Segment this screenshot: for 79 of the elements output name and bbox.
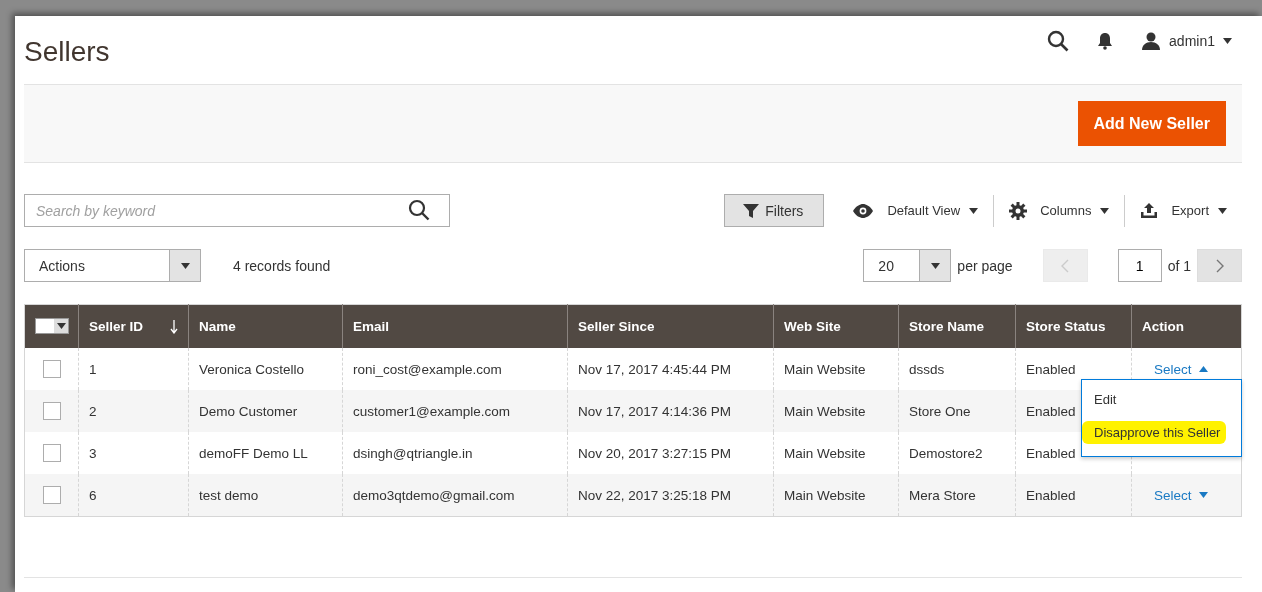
table-cell: Demo Customer (199, 403, 298, 419)
row-checkbox[interactable] (42, 444, 61, 462)
page-number-field[interactable]: 1 (1117, 249, 1162, 282)
select-link[interactable]: Select (1142, 361, 1208, 377)
caret-icon (1223, 38, 1232, 44)
table-cell: Nov 20, 2017 3:27:15 PM (578, 445, 732, 461)
table-cell: test demo (199, 487, 259, 503)
column-header[interactable]: Seller Since (567, 304, 774, 348)
chevron-left-icon (1061, 258, 1070, 273)
search-field[interactable]: Search by keyword (24, 194, 450, 227)
table-cell: roni_cost@example.com (353, 361, 502, 377)
caret-icon (1100, 207, 1110, 214)
columns-dropdown[interactable]: Columns (1009, 201, 1125, 220)
table-cell: 6 (89, 487, 97, 503)
row-checkbox[interactable] (42, 486, 61, 504)
table-cell: Enabled (1026, 403, 1076, 419)
page-total-label: of 1 (1167, 257, 1191, 274)
table-cell: Demostore2 (909, 445, 983, 461)
user-icon (1141, 32, 1162, 50)
filters-button[interactable]: Filters (724, 194, 825, 227)
sort-arrow-icon (170, 319, 178, 334)
column-header[interactable]: Store Status (1015, 304, 1132, 348)
column-header[interactable]: Email (342, 304, 568, 348)
caret-icon (1198, 492, 1208, 498)
mass-select-checkbox[interactable] (35, 317, 69, 334)
user-menu[interactable]: admin1 (1141, 32, 1232, 50)
search-icon[interactable] (408, 199, 430, 221)
column-header[interactable]: Web Site (773, 304, 899, 348)
table-cell: demoFF Demo LL (199, 445, 308, 461)
next-page-button[interactable] (1197, 249, 1242, 282)
caret-icon (1198, 366, 1208, 372)
table-cell: Main Website (784, 445, 866, 461)
row-checkbox[interactable] (42, 360, 61, 378)
caret-icon (969, 207, 979, 214)
page-title: Sellers (24, 35, 110, 68)
search-icon[interactable] (1047, 30, 1070, 52)
menu-item[interactable]: Edit (1082, 388, 1129, 411)
table-cell: dssds (909, 361, 945, 377)
table-cell: customer1@example.com (353, 403, 510, 419)
table-cell: 3 (89, 445, 97, 461)
chevron-right-icon (1215, 258, 1224, 273)
table-cell: demo3qtdemo@gmail.com (353, 487, 515, 503)
column-header[interactable]: Store Name (898, 304, 1016, 348)
caret-icon (56, 322, 66, 329)
table-cell: dsingh@qtriangle.in (353, 445, 473, 461)
table-cell: Nov 17, 2017 4:45:44 PM (578, 361, 732, 377)
caret-icon (180, 262, 190, 269)
row-checkbox[interactable] (42, 402, 61, 420)
per-page-label: per page (957, 257, 1013, 274)
actions-dropdown[interactable]: Actions (24, 249, 201, 282)
caret-icon (930, 262, 940, 269)
column-header[interactable]: Seller ID (78, 304, 189, 348)
table-cell: 1 (89, 361, 97, 377)
view-dropdown[interactable]: Default View (852, 203, 994, 218)
records-count: 4 records found (233, 257, 331, 274)
upload-icon (1140, 202, 1159, 219)
bell-icon[interactable] (1097, 32, 1114, 50)
column-header[interactable]: Action (1131, 304, 1242, 348)
table-cell: Nov 22, 2017 3:25:18 PM (578, 487, 732, 503)
add-new-seller-button[interactable]: Add New Seller (1077, 101, 1226, 146)
table-cell: Mera Store (909, 487, 976, 503)
table-cell: Store One (909, 403, 971, 419)
table-cell: Main Website (784, 487, 866, 503)
table-cell: Main Website (784, 361, 866, 377)
table-cell: Enabled (1026, 361, 1076, 377)
table-cell: Nov 17, 2017 4:14:36 PM (578, 403, 732, 419)
column-header[interactable]: Name (188, 304, 343, 348)
table-cell: Veronica Costello (199, 361, 305, 377)
per-page-dropdown[interactable]: 20 (863, 249, 952, 282)
export-dropdown[interactable]: Export (1140, 202, 1242, 219)
table-cell: Main Website (784, 403, 866, 419)
table-cell: 2 (89, 403, 97, 419)
caret-icon (1218, 207, 1227, 214)
funnel-icon (743, 203, 760, 218)
table-cell: Enabled (1026, 487, 1076, 503)
gear-icon (1009, 201, 1028, 220)
menu-item[interactable]: Disapprove this Seller (1082, 421, 1227, 444)
table-cell: Enabled (1026, 445, 1076, 461)
eye-icon (852, 203, 875, 218)
